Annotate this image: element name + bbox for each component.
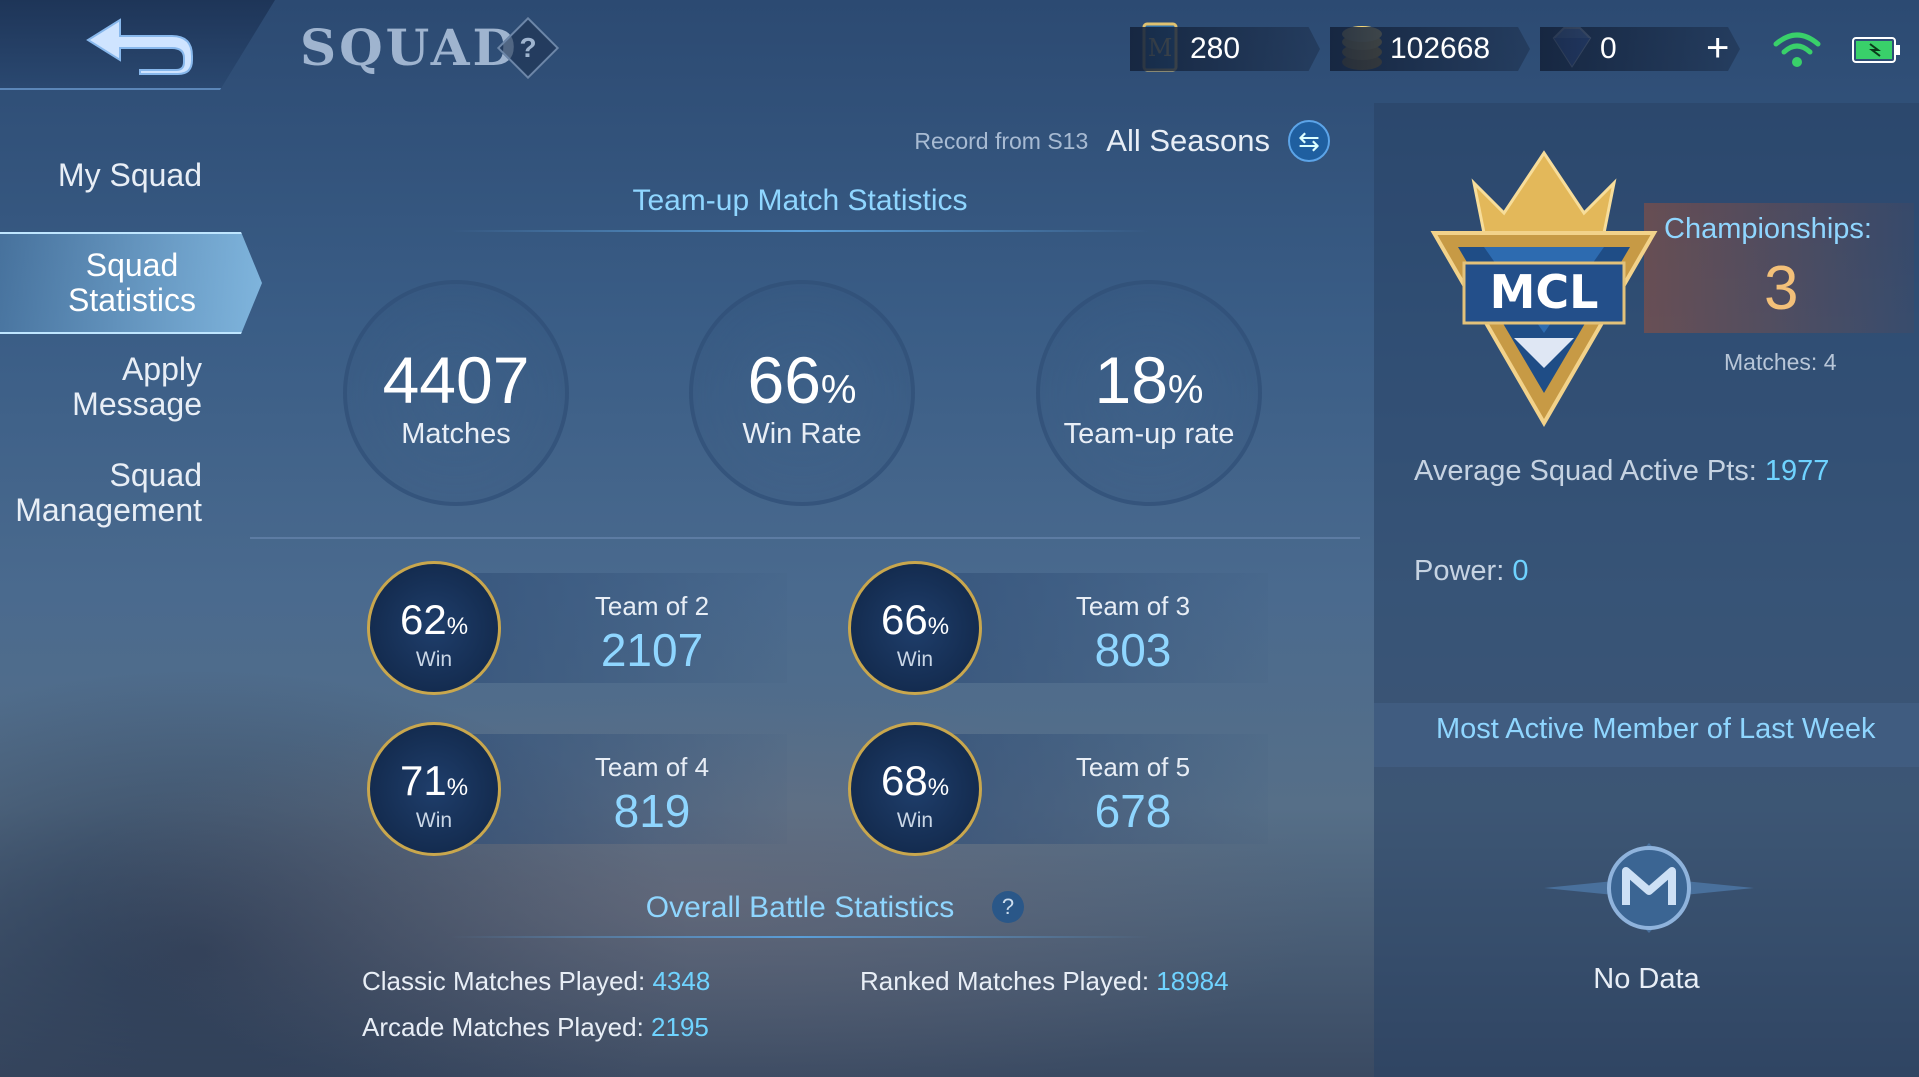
team-name: Team of 2 xyxy=(594,591,710,621)
sidebar-item-label: Squad Statistics xyxy=(67,247,197,318)
matches-value: 4407 xyxy=(382,343,530,417)
season-label: All Seasons xyxy=(1106,123,1270,158)
ranked-label: Ranked Matches Played: xyxy=(860,966,1157,996)
ranked-matches: Ranked Matches Played: 18984 xyxy=(860,966,1229,997)
record-label: Record from S13 xyxy=(914,127,1089,154)
squad-summary-panel: MCL Championships: 3 Matches: 4 Average … xyxy=(1374,103,1919,1077)
no-data-label: No Data xyxy=(1593,963,1700,995)
team-pct-unit: % xyxy=(927,613,950,640)
team-win-label: Win xyxy=(896,648,934,671)
arcade-matches: Arcade Matches Played: 2195 xyxy=(362,1012,709,1043)
team-name: Team of 3 xyxy=(1075,591,1191,621)
team-pct-group: 62% xyxy=(370,596,498,644)
championships-value: 3 xyxy=(1764,254,1799,323)
winrate-value: 66 xyxy=(747,343,821,417)
winrate-label: Win Rate xyxy=(742,418,862,450)
winrate-unit: % xyxy=(820,368,857,412)
team-count: 819 xyxy=(613,785,691,837)
team-pct: 68 xyxy=(880,757,928,804)
arcade-value: 2195 xyxy=(651,1012,709,1042)
teamup-rate-ring: 18% Team-up rate xyxy=(1036,280,1262,506)
sidebar-item-label: Squad Management xyxy=(15,457,202,528)
team-of-5-card: 68% Win Team of 5 678 xyxy=(848,722,1278,856)
team-pct-unit: % xyxy=(446,774,469,801)
help-icon: ? xyxy=(519,32,537,63)
championships-label: Championships: xyxy=(1664,213,1872,245)
wifi-icon xyxy=(1773,32,1821,67)
classic-matches: Classic Matches Played: 4348 xyxy=(362,966,710,997)
team-of-3-card: 66% Win Team of 3 803 xyxy=(848,561,1278,695)
mcl-emblem: MCL xyxy=(1430,150,1658,427)
gold-value: 102668 xyxy=(1330,27,1530,71)
sidebar-item-squad-management[interactable]: Squad Management xyxy=(0,458,262,528)
team-win-label: Win xyxy=(415,648,453,671)
top-bar: SQUAD ? M 280 102668 0 + xyxy=(0,0,1919,100)
diamond-counter[interactable]: 0 + xyxy=(1540,26,1740,72)
team-winrate-circle: 62% Win xyxy=(367,561,501,695)
section-divider xyxy=(250,537,1360,539)
swap-icon[interactable]: ⇆ xyxy=(1288,120,1330,162)
classic-label: Classic Matches Played: xyxy=(362,966,653,996)
team-name: Team of 4 xyxy=(594,752,710,782)
team-pct-unit: % xyxy=(927,774,950,801)
plus-icon[interactable]: + xyxy=(1706,26,1729,70)
emblem-text: MCL xyxy=(1490,265,1599,319)
team-pct: 66 xyxy=(880,596,928,643)
team-winrate-circle: 66% Win xyxy=(848,561,982,695)
championship-matches: Matches: 4 xyxy=(1724,349,1837,375)
overall-help-icon[interactable]: ? xyxy=(992,891,1024,923)
power-label: Power: xyxy=(1414,555,1513,587)
overall-title: Overall Battle Statistics xyxy=(645,891,955,924)
teamup-rate-unit: % xyxy=(1167,368,1204,412)
back-button[interactable] xyxy=(0,0,275,90)
team-pct-unit: % xyxy=(446,613,469,640)
team-pct-group: 68% xyxy=(851,757,979,805)
team-count: 678 xyxy=(1094,785,1172,837)
team-win-label: Win xyxy=(896,809,934,832)
team-count: 803 xyxy=(1094,624,1172,676)
team-pct: 71 xyxy=(399,757,447,804)
teamup-value-group: 18% xyxy=(1040,342,1258,418)
ranked-value: 18984 xyxy=(1156,966,1229,996)
teamup-title: Team-up Match Statistics xyxy=(632,184,968,217)
teamup-rate-label: Team-up rate xyxy=(1063,418,1235,450)
team-of-2-card: 62% Win Team of 2 2107 xyxy=(367,561,797,695)
team-pct-group: 66% xyxy=(851,596,979,644)
ml-logo xyxy=(1544,843,1754,933)
sidebar-item-my-squad[interactable]: My Squad xyxy=(0,158,262,193)
winrate-value-group: 66% xyxy=(693,342,911,418)
most-active-label: Most Active Member of Last Week xyxy=(1436,713,1876,745)
team-count: 2107 xyxy=(600,624,704,676)
ticket-counter[interactable]: M 280 xyxy=(1130,22,1320,72)
team-winrate-circle: 68% Win xyxy=(848,722,982,856)
winrate-ring: 66% Win Rate xyxy=(689,280,915,506)
avg-active-pts: Average Squad Active Pts: 1977 xyxy=(1414,455,1829,488)
season-filter[interactable]: Record from S13 All Seasons ⇆ xyxy=(914,120,1330,162)
arcade-label: Arcade Matches Played: xyxy=(362,1012,652,1042)
team-pct-group: 71% xyxy=(370,757,498,805)
sidebar-item-apply-message[interactable]: Apply Message xyxy=(0,352,262,422)
team-of-4-card: 71% Win Team of 4 819 xyxy=(367,722,797,856)
back-arrow-icon xyxy=(86,18,193,75)
gold-counter[interactable]: 102668 xyxy=(1330,26,1530,72)
matches-label: Matches xyxy=(401,418,511,450)
avg-value: 1977 xyxy=(1764,455,1830,487)
ticket-value: 280 xyxy=(1130,27,1320,71)
sidebar-item-label: Apply Message xyxy=(72,351,202,422)
team-winrate-circle: 71% Win xyxy=(367,722,501,856)
team-pct: 62 xyxy=(399,596,447,643)
matches-ring: 4407 Matches xyxy=(343,280,569,506)
overall-rule xyxy=(450,936,1150,938)
team-win-label: Win xyxy=(415,809,453,832)
page-title: SQUAD xyxy=(300,18,519,77)
teamup-rate-value: 18 xyxy=(1094,343,1168,417)
team-name: Team of 5 xyxy=(1075,752,1191,782)
power-value: 0 xyxy=(1512,555,1529,587)
teamup-rule xyxy=(450,230,1150,232)
power: Power: 0 xyxy=(1414,555,1528,588)
battery-icon xyxy=(1852,37,1900,63)
sidebar-item-squad-statistics[interactable]: Squad Statistics xyxy=(0,232,262,334)
classic-value: 4348 xyxy=(652,966,711,996)
avg-label: Average Squad Active Pts: xyxy=(1414,455,1765,487)
